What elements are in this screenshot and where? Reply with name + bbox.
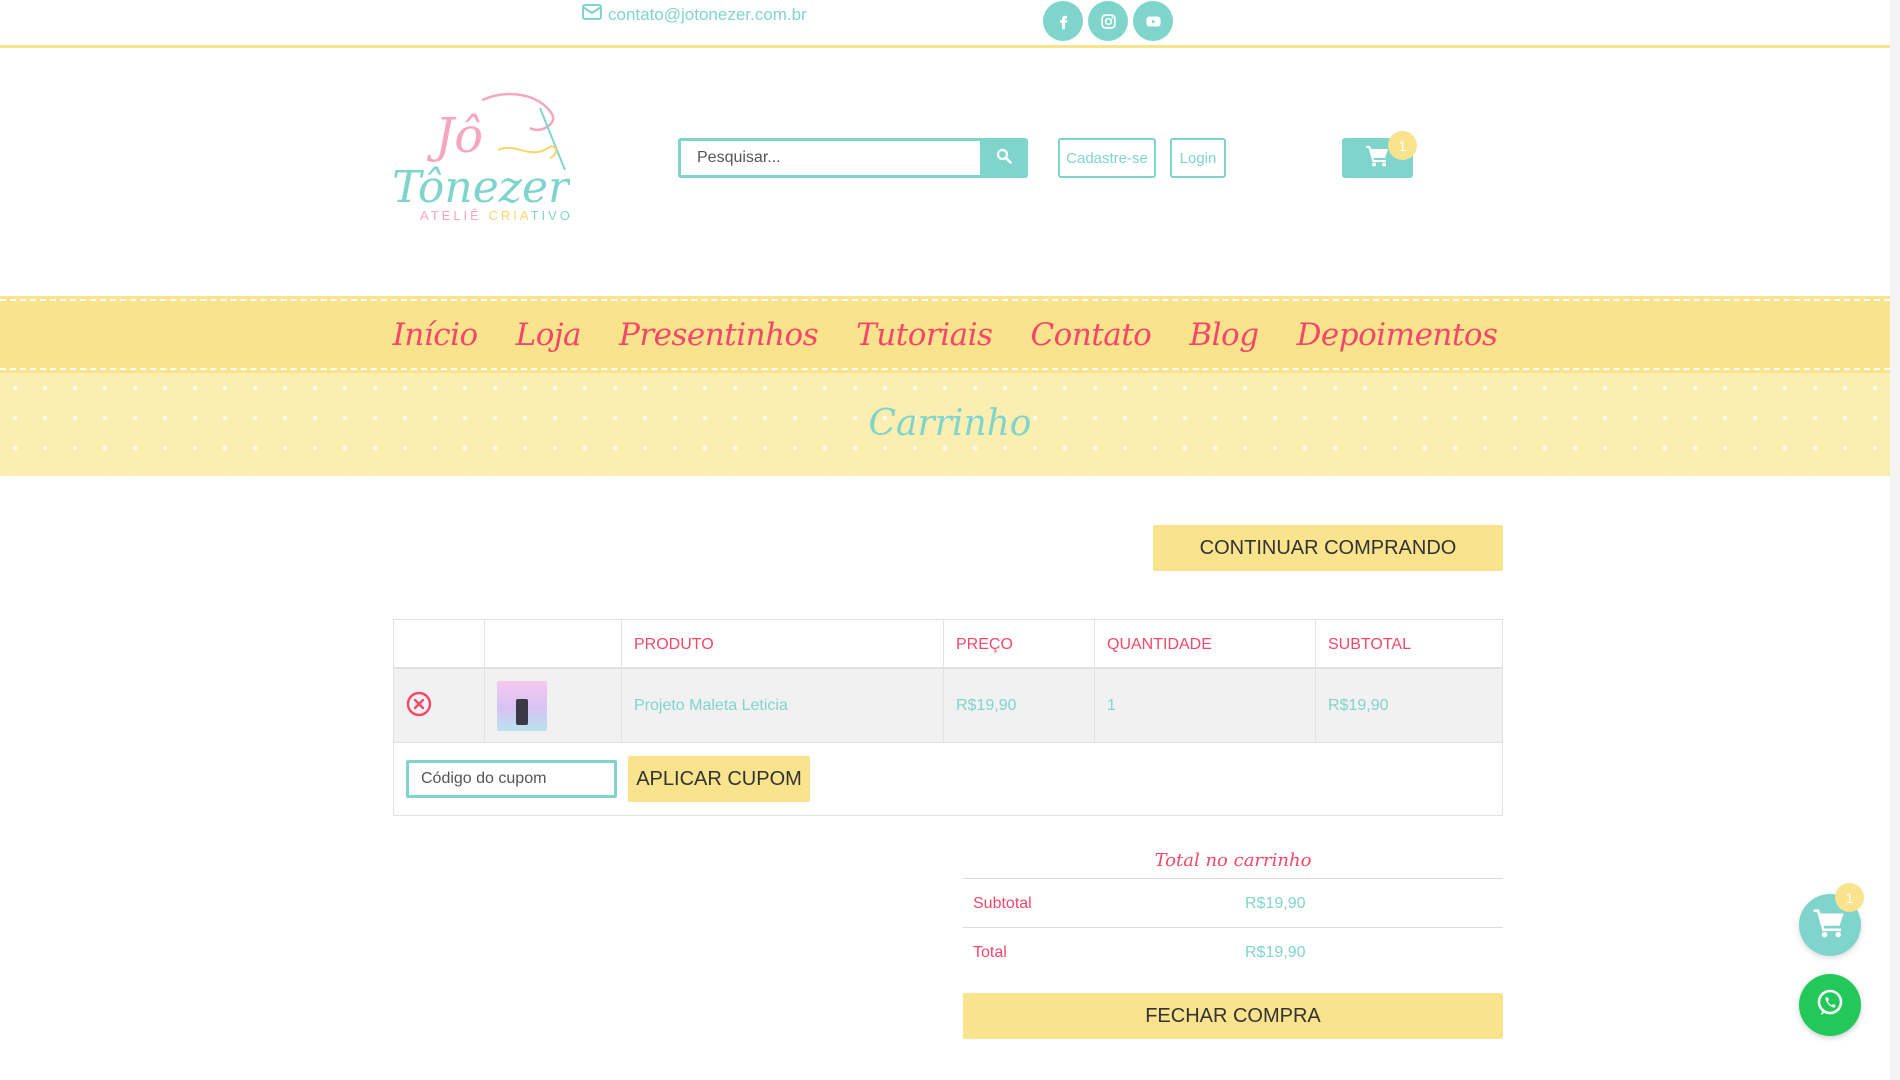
logo-line2: Tônezer xyxy=(392,162,570,213)
product-thumbnail[interactable] xyxy=(497,681,547,731)
nav-item-presentinhos[interactable]: Presentinhos xyxy=(619,317,819,353)
header-price: PREÇO xyxy=(944,620,1095,669)
cart-totals: Total no carrinho Subtotal R$19,90 Total… xyxy=(963,849,1503,977)
cart-totals-title: Total no carrinho xyxy=(963,849,1503,879)
nav-item-loja[interactable]: Loja xyxy=(516,317,582,353)
logo-caption-part1: ATELIÊ xyxy=(420,208,489,223)
search-bar xyxy=(678,138,1028,178)
header-cart-count-badge: 1 xyxy=(1388,131,1417,160)
header-thumb-col xyxy=(485,620,622,669)
total-label: Total xyxy=(973,944,1007,961)
header-remove-col xyxy=(394,620,485,669)
header-product: PRODUTO xyxy=(622,620,944,669)
youtube-icon[interactable] xyxy=(1133,1,1173,41)
cart-icon xyxy=(1365,145,1390,172)
nav-item-tutoriais[interactable]: Tutoriais xyxy=(856,317,993,353)
whatsapp-button[interactable] xyxy=(1799,974,1861,1036)
register-button[interactable]: Cadastre-se xyxy=(1058,138,1156,178)
top-bar: contato@jotonezer.com.br xyxy=(0,0,1900,48)
remove-cell xyxy=(394,669,485,743)
nav-item-inicio[interactable]: Início xyxy=(393,317,479,353)
main-nav: Início Loja Presentinhos Tutoriais Conta… xyxy=(0,296,1900,373)
continue-shopping-button[interactable]: CONTINUAR COMPRANDO xyxy=(1153,525,1503,571)
floating-cart-count-badge: 1 xyxy=(1835,883,1864,912)
nav-item-contato[interactable]: Contato xyxy=(1030,317,1151,353)
instagram-icon[interactable] xyxy=(1088,1,1128,41)
scrollbar[interactable] xyxy=(1890,0,1900,1080)
thumb-cell xyxy=(485,669,622,743)
coupon-input[interactable] xyxy=(406,760,617,798)
whatsapp-icon xyxy=(1814,987,1846,1024)
cart-table: PRODUTO PREÇO QUANTIDADE SUBTOTAL Projet… xyxy=(393,619,1503,816)
subtotal-row: Subtotal R$19,90 xyxy=(963,879,1503,928)
table-row: Projeto Maleta Leticia R$19,90 1 R$19,90 xyxy=(394,669,1502,743)
envelope-icon xyxy=(582,4,602,25)
logo-caption-part3: TIVO xyxy=(530,208,573,223)
cart-table-header: PRODUTO PREÇO QUANTIDADE SUBTOTAL xyxy=(394,620,1502,669)
product-quantity[interactable]: 1 xyxy=(1095,669,1316,743)
nav-item-depoimentos[interactable]: Depoimentos xyxy=(1297,317,1498,353)
login-button[interactable]: Login xyxy=(1170,138,1226,178)
social-links xyxy=(1043,1,1173,41)
apply-coupon-button[interactable]: APLICAR CUPOM xyxy=(628,756,810,802)
product-price: R$19,90 xyxy=(944,669,1095,743)
logo-caption-part2: CRIA xyxy=(488,208,531,223)
email-text: contato@jotonezer.com.br xyxy=(608,4,807,24)
search-button[interactable] xyxy=(980,138,1028,178)
page-title-banner: Carrinho xyxy=(0,373,1900,476)
product-name-link[interactable]: Projeto Maleta Leticia xyxy=(622,669,944,743)
logo-caption: ATELIÊ CRIATIVO xyxy=(420,208,573,223)
subtotal-value: R$19,90 xyxy=(1245,895,1306,912)
search-input[interactable] xyxy=(678,138,980,178)
checkout-button[interactable]: FECHAR COMPRA xyxy=(963,993,1503,1039)
remove-item-icon[interactable] xyxy=(406,691,432,722)
coupon-row: APLICAR CUPOM xyxy=(394,744,1502,816)
product-subtotal: R$19,90 xyxy=(1328,697,1389,714)
total-row: Total R$19,90 xyxy=(963,928,1503,977)
nav-item-blog[interactable]: Blog xyxy=(1189,317,1259,353)
email-link[interactable]: contato@jotonezer.com.br xyxy=(582,4,807,25)
page: contato@jotonezer.com.br Jô Tônezer ATEL… xyxy=(0,0,1900,1080)
header-quantity: QUANTIDADE xyxy=(1095,620,1316,669)
total-value: R$19,90 xyxy=(1245,944,1306,961)
search-icon xyxy=(996,148,1012,169)
page-title: Carrinho xyxy=(868,403,1032,444)
subtotal-label: Subtotal xyxy=(973,895,1032,912)
facebook-icon[interactable] xyxy=(1043,1,1083,41)
header-subtotal: SUBTOTAL xyxy=(1328,635,1411,653)
logo-line1: Jô xyxy=(426,108,483,164)
cart-icon xyxy=(1813,908,1847,943)
